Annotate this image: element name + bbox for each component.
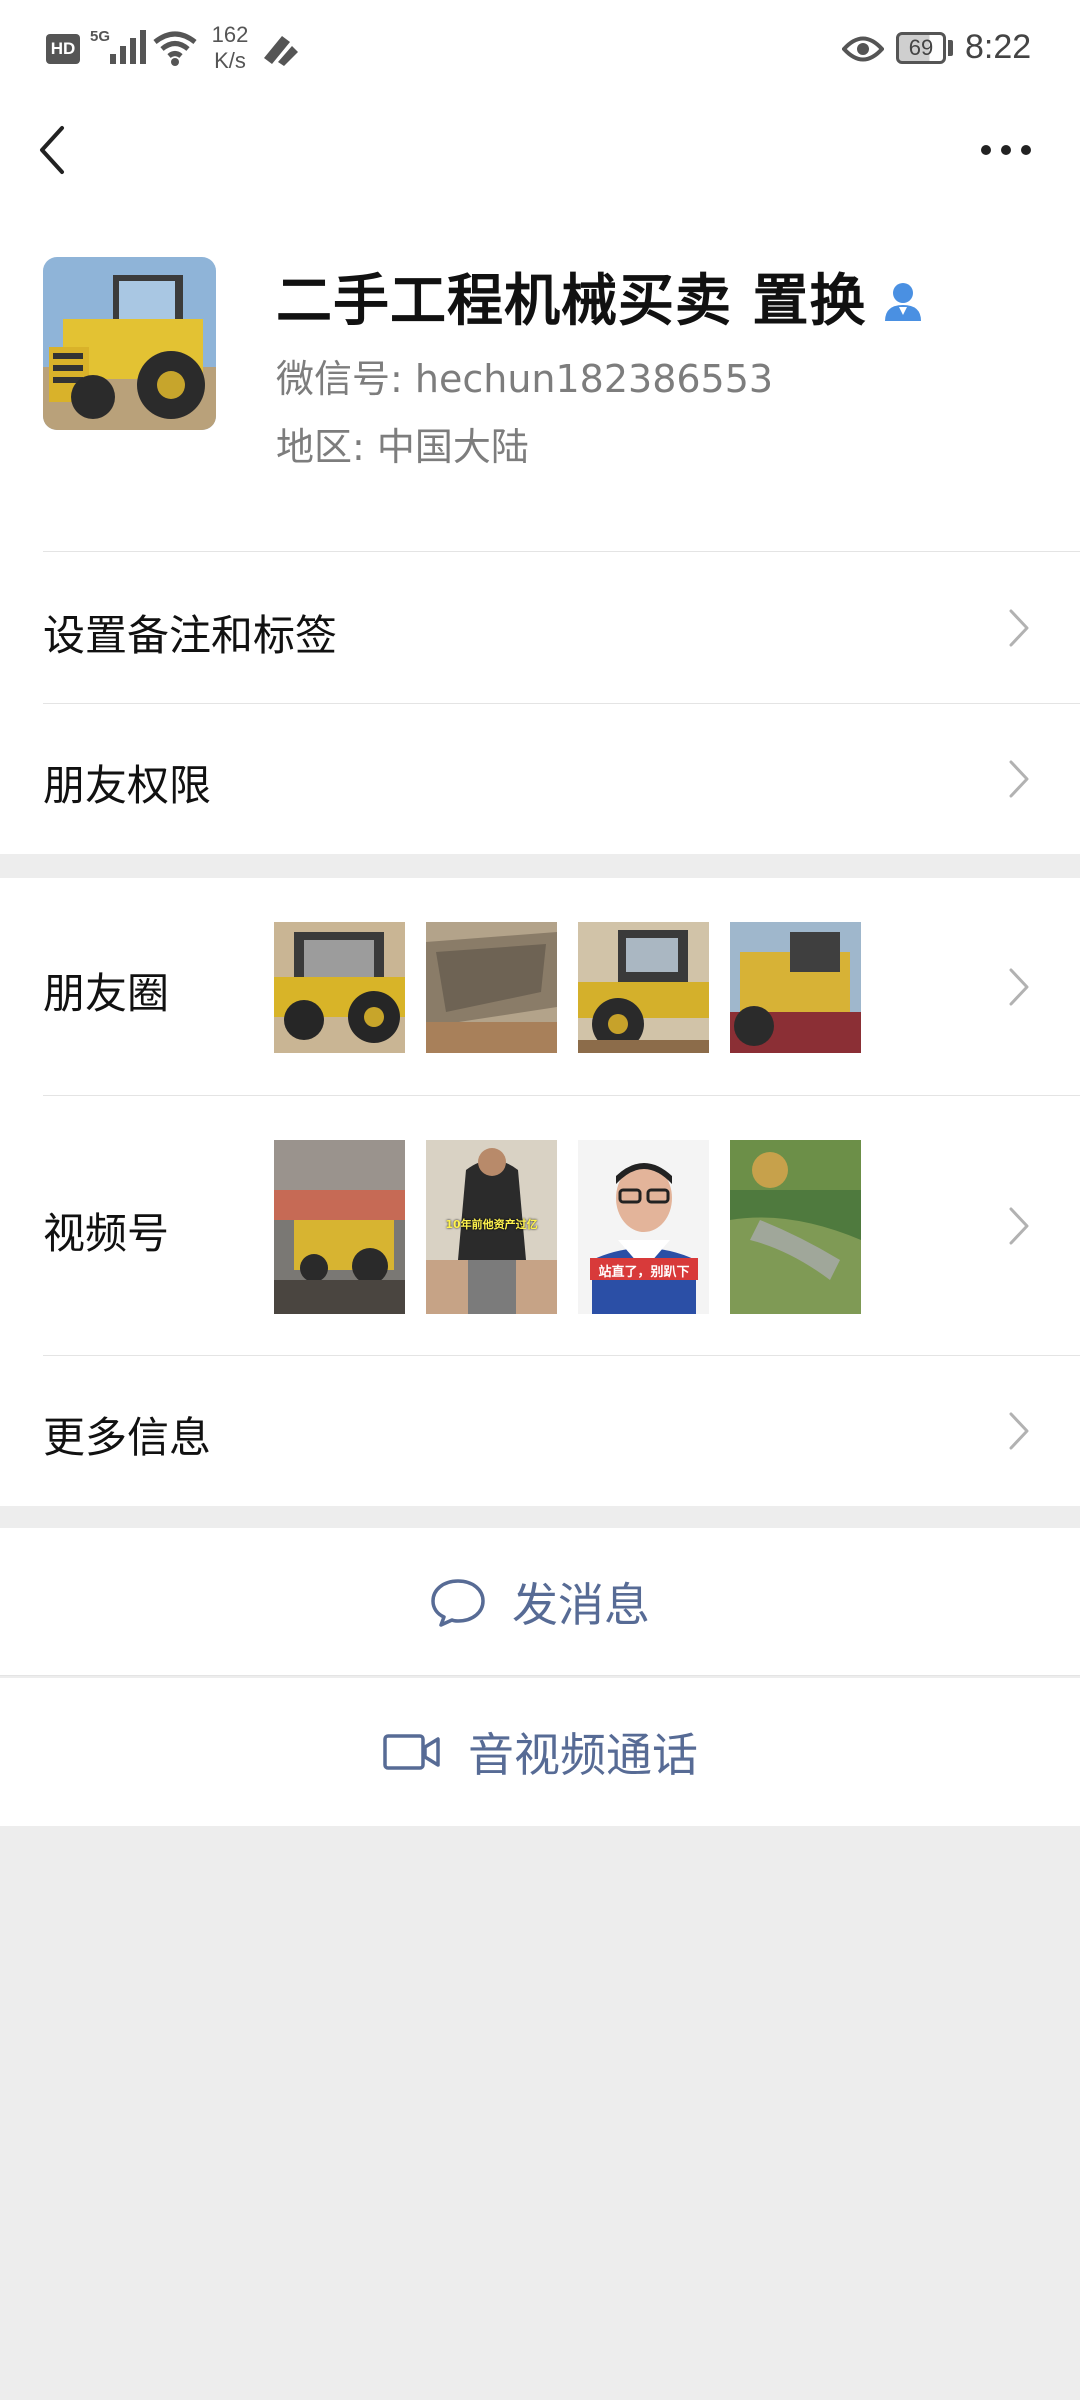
battery-tip bbox=[948, 40, 953, 56]
network-speed: 162 K/s bbox=[206, 22, 254, 74]
eye-icon bbox=[842, 36, 884, 62]
channels-thumb bbox=[730, 1140, 861, 1314]
battery-indicator: 69 bbox=[896, 32, 946, 64]
video-camera-icon bbox=[383, 1734, 440, 1770]
person-icon bbox=[884, 282, 921, 321]
channels-thumb: 站直了，别趴下 bbox=[578, 1140, 709, 1314]
chat-bubble-icon bbox=[431, 1579, 485, 1627]
network-speed-unit: K/s bbox=[214, 48, 246, 73]
moments-thumb bbox=[426, 922, 557, 1053]
moments-thumb bbox=[578, 922, 709, 1053]
channels-thumb bbox=[274, 1140, 405, 1314]
moments-thumb bbox=[730, 922, 861, 1053]
chevron-right-icon bbox=[1009, 760, 1029, 798]
chevron-right-icon bbox=[1009, 609, 1029, 647]
profile-card: 二手工程机械买卖 置换 微信号: hechun182386553 地区: 中国大… bbox=[0, 200, 1080, 552]
audio-video-call-label: 音视频通话 bbox=[468, 1728, 698, 1782]
signal-icon bbox=[110, 30, 146, 64]
profile-name: 二手工程机械买卖 置换 bbox=[276, 256, 925, 337]
wifi-icon bbox=[153, 31, 197, 66]
remark-tags-label: 设置备注和标签 bbox=[43, 611, 338, 660]
profile-name-text: 二手工程机械买卖 置换 bbox=[276, 269, 867, 334]
moments-label: 朋友圈 bbox=[43, 969, 170, 1018]
avatar[interactable] bbox=[43, 257, 216, 430]
avatar-image bbox=[43, 257, 216, 430]
remark-tags-row[interactable]: 设置备注和标签 bbox=[0, 552, 1080, 704]
send-message-button[interactable]: 发消息 bbox=[0, 1528, 1080, 1676]
wechat-id: 微信号: hechun182386553 bbox=[276, 357, 774, 401]
friend-permission-label: 朋友权限 bbox=[43, 761, 212, 810]
chevron-left-icon[interactable] bbox=[34, 122, 74, 178]
moments-thumb bbox=[274, 922, 405, 1053]
audio-video-call-button[interactable]: 音视频通话 bbox=[0, 1678, 1080, 1826]
moments-thumbnails bbox=[274, 922, 861, 1053]
hd-badge: HD bbox=[46, 34, 80, 64]
moments-row[interactable]: 朋友圈 bbox=[0, 878, 1080, 1096]
network-speed-value: 162 bbox=[211, 22, 249, 47]
channels-label: 视频号 bbox=[43, 1209, 170, 1258]
more-info-row[interactable]: 更多信息 bbox=[0, 1356, 1080, 1506]
more-info-label: 更多信息 bbox=[43, 1413, 212, 1462]
divider bbox=[0, 1675, 1080, 1676]
region: 地区: 中国大陆 bbox=[276, 425, 529, 469]
chevron-right-icon bbox=[1009, 1412, 1029, 1450]
chevron-right-icon bbox=[1009, 968, 1029, 1006]
channels-thumb-caption: 10年前他资产过亿 bbox=[445, 1218, 538, 1231]
friend-permission-row[interactable]: 朋友权限 bbox=[0, 704, 1080, 854]
channels-thumb: 10年前他资产过亿 bbox=[426, 1140, 557, 1314]
clock: 8:22 bbox=[965, 28, 1032, 66]
send-message-label: 发消息 bbox=[512, 1578, 650, 1632]
channels-row[interactable]: 视频号 10年前他资产过亿 站直了，别趴下 bbox=[0, 1096, 1080, 1356]
chevron-right-icon bbox=[1009, 1207, 1029, 1245]
data-saver-icon bbox=[264, 36, 298, 66]
more-dots-icon[interactable] bbox=[978, 138, 1034, 162]
channels-thumb-caption: 站直了，别趴下 bbox=[598, 1265, 690, 1280]
status-bar: HD 5G 162 K/s 69 8:22 bbox=[0, 0, 1080, 100]
nav-bar bbox=[0, 100, 1080, 200]
channels-thumbnails: 10年前他资产过亿 站直了，别趴下 bbox=[274, 1140, 861, 1314]
